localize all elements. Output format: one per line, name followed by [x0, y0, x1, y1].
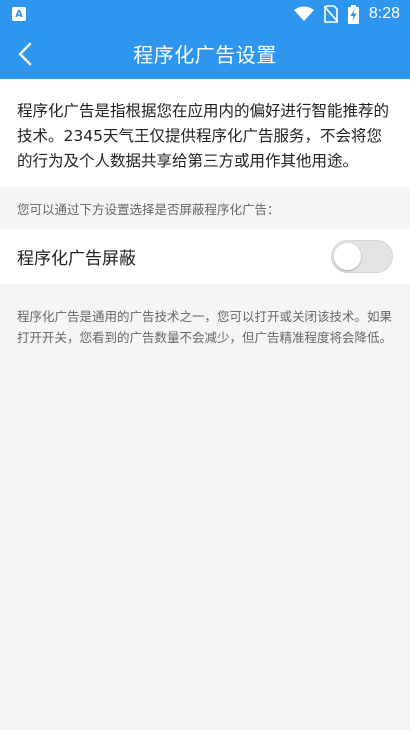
status-bar: A 8:28 [0, 0, 410, 28]
toggle-knob [334, 243, 361, 270]
ad-block-toggle[interactable] [331, 240, 393, 273]
app-notification-icon: A [12, 7, 26, 21]
status-left: A [12, 7, 26, 21]
no-sim-icon [323, 5, 338, 23]
chevron-left-icon [18, 42, 32, 65]
footnote-text: 程序化广告是通用的广告技术之一，您可以打开或关闭该技术。如果打开开关，您看到的广… [17, 309, 393, 345]
page-title: 程序化广告设置 [133, 43, 277, 67]
status-right: 8:28 [293, 4, 400, 24]
ad-block-setting-label: 程序化广告屏蔽 [17, 249, 136, 269]
intro-text: 程序化广告是指根据您在应用内的偏好进行智能推荐的技术。2345天气王仅提供程序化… [17, 102, 390, 170]
section-hint: 您可以通过下方设置选择是否屏蔽程序化广告： [17, 202, 280, 217]
back-button[interactable] [10, 28, 40, 79]
ad-block-setting-row: 程序化广告屏蔽 [0, 229, 410, 284]
wifi-icon [293, 6, 314, 22]
battery-charging-icon [347, 4, 359, 24]
app-bar: 程序化广告设置 [0, 28, 410, 79]
status-time: 8:28 [368, 5, 400, 22]
intro-card: 程序化广告是指根据您在应用内的偏好进行智能推荐的技术。2345天气王仅提供程序化… [0, 79, 410, 187]
